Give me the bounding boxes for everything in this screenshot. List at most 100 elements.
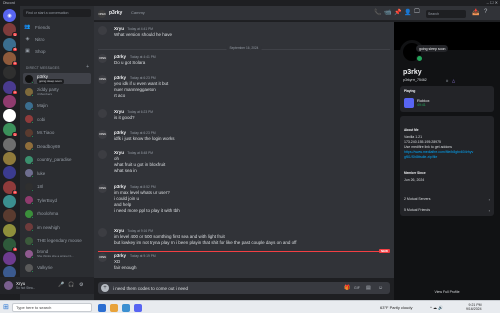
dm-item[interactable]: im newhigh [23, 222, 91, 233]
nav-nitro[interactable]: ◈ Nitro [23, 34, 91, 44]
dm-item[interactable]: ziddy party 4 Members [23, 87, 91, 98]
avatar[interactable] [4, 281, 13, 290]
about-link[interactable]: https://www.mediafire.com/file/b8gbx604r… [404, 150, 473, 154]
server-icon[interactable]: 1 [3, 23, 18, 38]
dm-item[interactable]: Valkyrie [23, 262, 91, 273]
mention-badge: 1 [12, 60, 18, 66]
message-composer[interactable]: + i need them codes to come out i need 🎁… [98, 282, 390, 294]
server-icon[interactable]: 1 [3, 123, 18, 138]
video-call-icon[interactable]: 📹 [384, 9, 391, 16]
pin-icon[interactable]: 📌 [394, 9, 401, 16]
about-link[interactable]: gf81/Sh8ttsdle.zip/file [404, 155, 437, 159]
dm-item[interactable]: rhoolohma [23, 208, 91, 219]
server-icon[interactable] [3, 223, 16, 237]
message-input[interactable]: i need them codes to come out i need [113, 286, 188, 291]
edge-browser-icon[interactable] [122, 303, 130, 312]
find-conversation-button[interactable]: Find or start a conversation [23, 9, 91, 17]
windows-start-icon[interactable]: ⊞ [3, 304, 9, 311]
inbox-icon[interactable]: 📥 [472, 9, 479, 16]
server-icon[interactable]: 1 [3, 51, 18, 66]
taskbar-search-input[interactable]: Type here to search [12, 303, 92, 312]
search-input[interactable]: Search [426, 10, 466, 18]
emoji-icon[interactable]: ☺ [378, 285, 383, 291]
chevron-right-icon: › [488, 207, 490, 213]
avatar[interactable]: OPEN [98, 184, 107, 193]
mutual-friends[interactable]: 5 Mutual Friends [404, 208, 430, 212]
dm-item[interactable]: TylerBoyd [23, 195, 91, 206]
server-icon[interactable] [3, 252, 16, 266]
avatar[interactable] [98, 26, 107, 35]
message-author[interactable]: p3rky [114, 253, 126, 258]
server-icon[interactable] [3, 166, 16, 180]
upload-plus-icon[interactable]: + [101, 284, 109, 292]
message-author[interactable]: p3rky [114, 130, 126, 135]
dm-sidebar: Find or start a conversation 👥 Friends ◈ Ni… [20, 6, 94, 300]
mutual-servers[interactable]: 2 Mutual Servers [404, 197, 430, 201]
dm-item[interactable]: country_paradise [23, 154, 91, 165]
server-icon[interactable]: 1 [3, 180, 18, 195]
dm-item[interactable]: Deadboy69 [23, 141, 91, 152]
avatar[interactable] [98, 150, 107, 159]
headphones-icon[interactable]: 🎧 [68, 282, 74, 288]
avatar[interactable]: OPEN [98, 75, 107, 84]
dm-item[interactable]: Majin [23, 100, 91, 111]
taskbar-clock[interactable]: 9:21 PM 9/16/2024 [466, 303, 482, 312]
server-icon[interactable] [3, 66, 16, 80]
message-author[interactable]: p3rky [114, 54, 126, 59]
task-view-icon[interactable] [98, 303, 106, 312]
avatar[interactable]: OPEN [98, 253, 107, 262]
avatar [25, 128, 34, 138]
server-icon[interactable] [3, 209, 16, 223]
message-author[interactable]: Xryu [114, 150, 124, 155]
server-icon[interactable] [3, 152, 16, 165]
server-icon[interactable] [3, 194, 16, 208]
message-author[interactable]: Xryu [114, 228, 124, 233]
online-status-icon [31, 148, 34, 151]
home-icon[interactable]: ◉ [3, 9, 16, 22]
playing-card: Playing Roblox 49:41 [400, 86, 494, 112]
server-icon[interactable]: 3 [3, 237, 18, 252]
system-tray-icons[interactable]: ^ ☁ 🔊 [430, 305, 443, 310]
dm-item[interactable]: cobi [23, 114, 91, 125]
gif-icon[interactable]: GIF [354, 286, 360, 290]
dm-name: Valkyrie [37, 265, 53, 270]
server-icon[interactable]: 1 [3, 80, 18, 95]
add-friend-icon[interactable]: 👤 [404, 9, 411, 16]
avatar[interactable]: OPEN [98, 130, 107, 139]
server-icon[interactable] [3, 137, 16, 151]
message-timestamp: Today at 6:23 PM [130, 130, 156, 135]
sticker-icon[interactable]: ▤ [366, 285, 371, 291]
dm-item[interactable]: brxnd She thinks she a winner b... [23, 249, 91, 260]
dm-item[interactable]: 18l [23, 181, 91, 192]
profile-avatar[interactable] [400, 40, 424, 64]
view-full-profile-link[interactable]: View Full Profile [394, 290, 500, 294]
avatar[interactable] [98, 228, 107, 237]
gift-icon[interactable]: 🎁 [344, 285, 350, 291]
server-icon[interactable] [3, 109, 16, 123]
settings-gear-icon[interactable]: ⚙ [79, 282, 83, 288]
dm-item[interactable]: THE legendary moose [23, 235, 91, 246]
message-author[interactable]: Xryu [114, 109, 124, 114]
file-explorer-icon[interactable] [110, 303, 118, 312]
profile-toggle-icon[interactable]: 🖵 [414, 9, 420, 16]
weather-widget[interactable]: 63°F Partly cloudy [380, 305, 413, 310]
avatar[interactable]: OPEN [98, 54, 107, 63]
create-dm-icon[interactable]: + [86, 64, 89, 70]
nav-friends[interactable]: 👥 Friends [23, 22, 91, 32]
mic-icon[interactable]: 🎤 [58, 282, 64, 288]
dm-name: luke [37, 170, 46, 176]
server-icon[interactable] [3, 94, 16, 108]
server-icon[interactable]: 4 [3, 37, 18, 52]
dm-item[interactable]: p3rky going sleep soon [23, 73, 91, 84]
new-messages-divider: NEW [98, 248, 390, 253]
message-author[interactable]: p3rky [114, 75, 126, 80]
help-icon[interactable]: ? [484, 9, 487, 15]
avatar[interactable] [98, 109, 107, 118]
message-author[interactable]: Xryu [114, 26, 124, 31]
nav-shop[interactable]: ▣ Shop [23, 46, 91, 56]
dm-item[interactable]: Mr.Tiaoo [23, 127, 91, 138]
discord-taskbar-icon[interactable] [134, 303, 142, 312]
message-author[interactable]: p3rky [114, 184, 126, 189]
dm-item[interactable]: luke [23, 168, 91, 179]
voice-call-icon[interactable]: 📞 [374, 9, 381, 16]
